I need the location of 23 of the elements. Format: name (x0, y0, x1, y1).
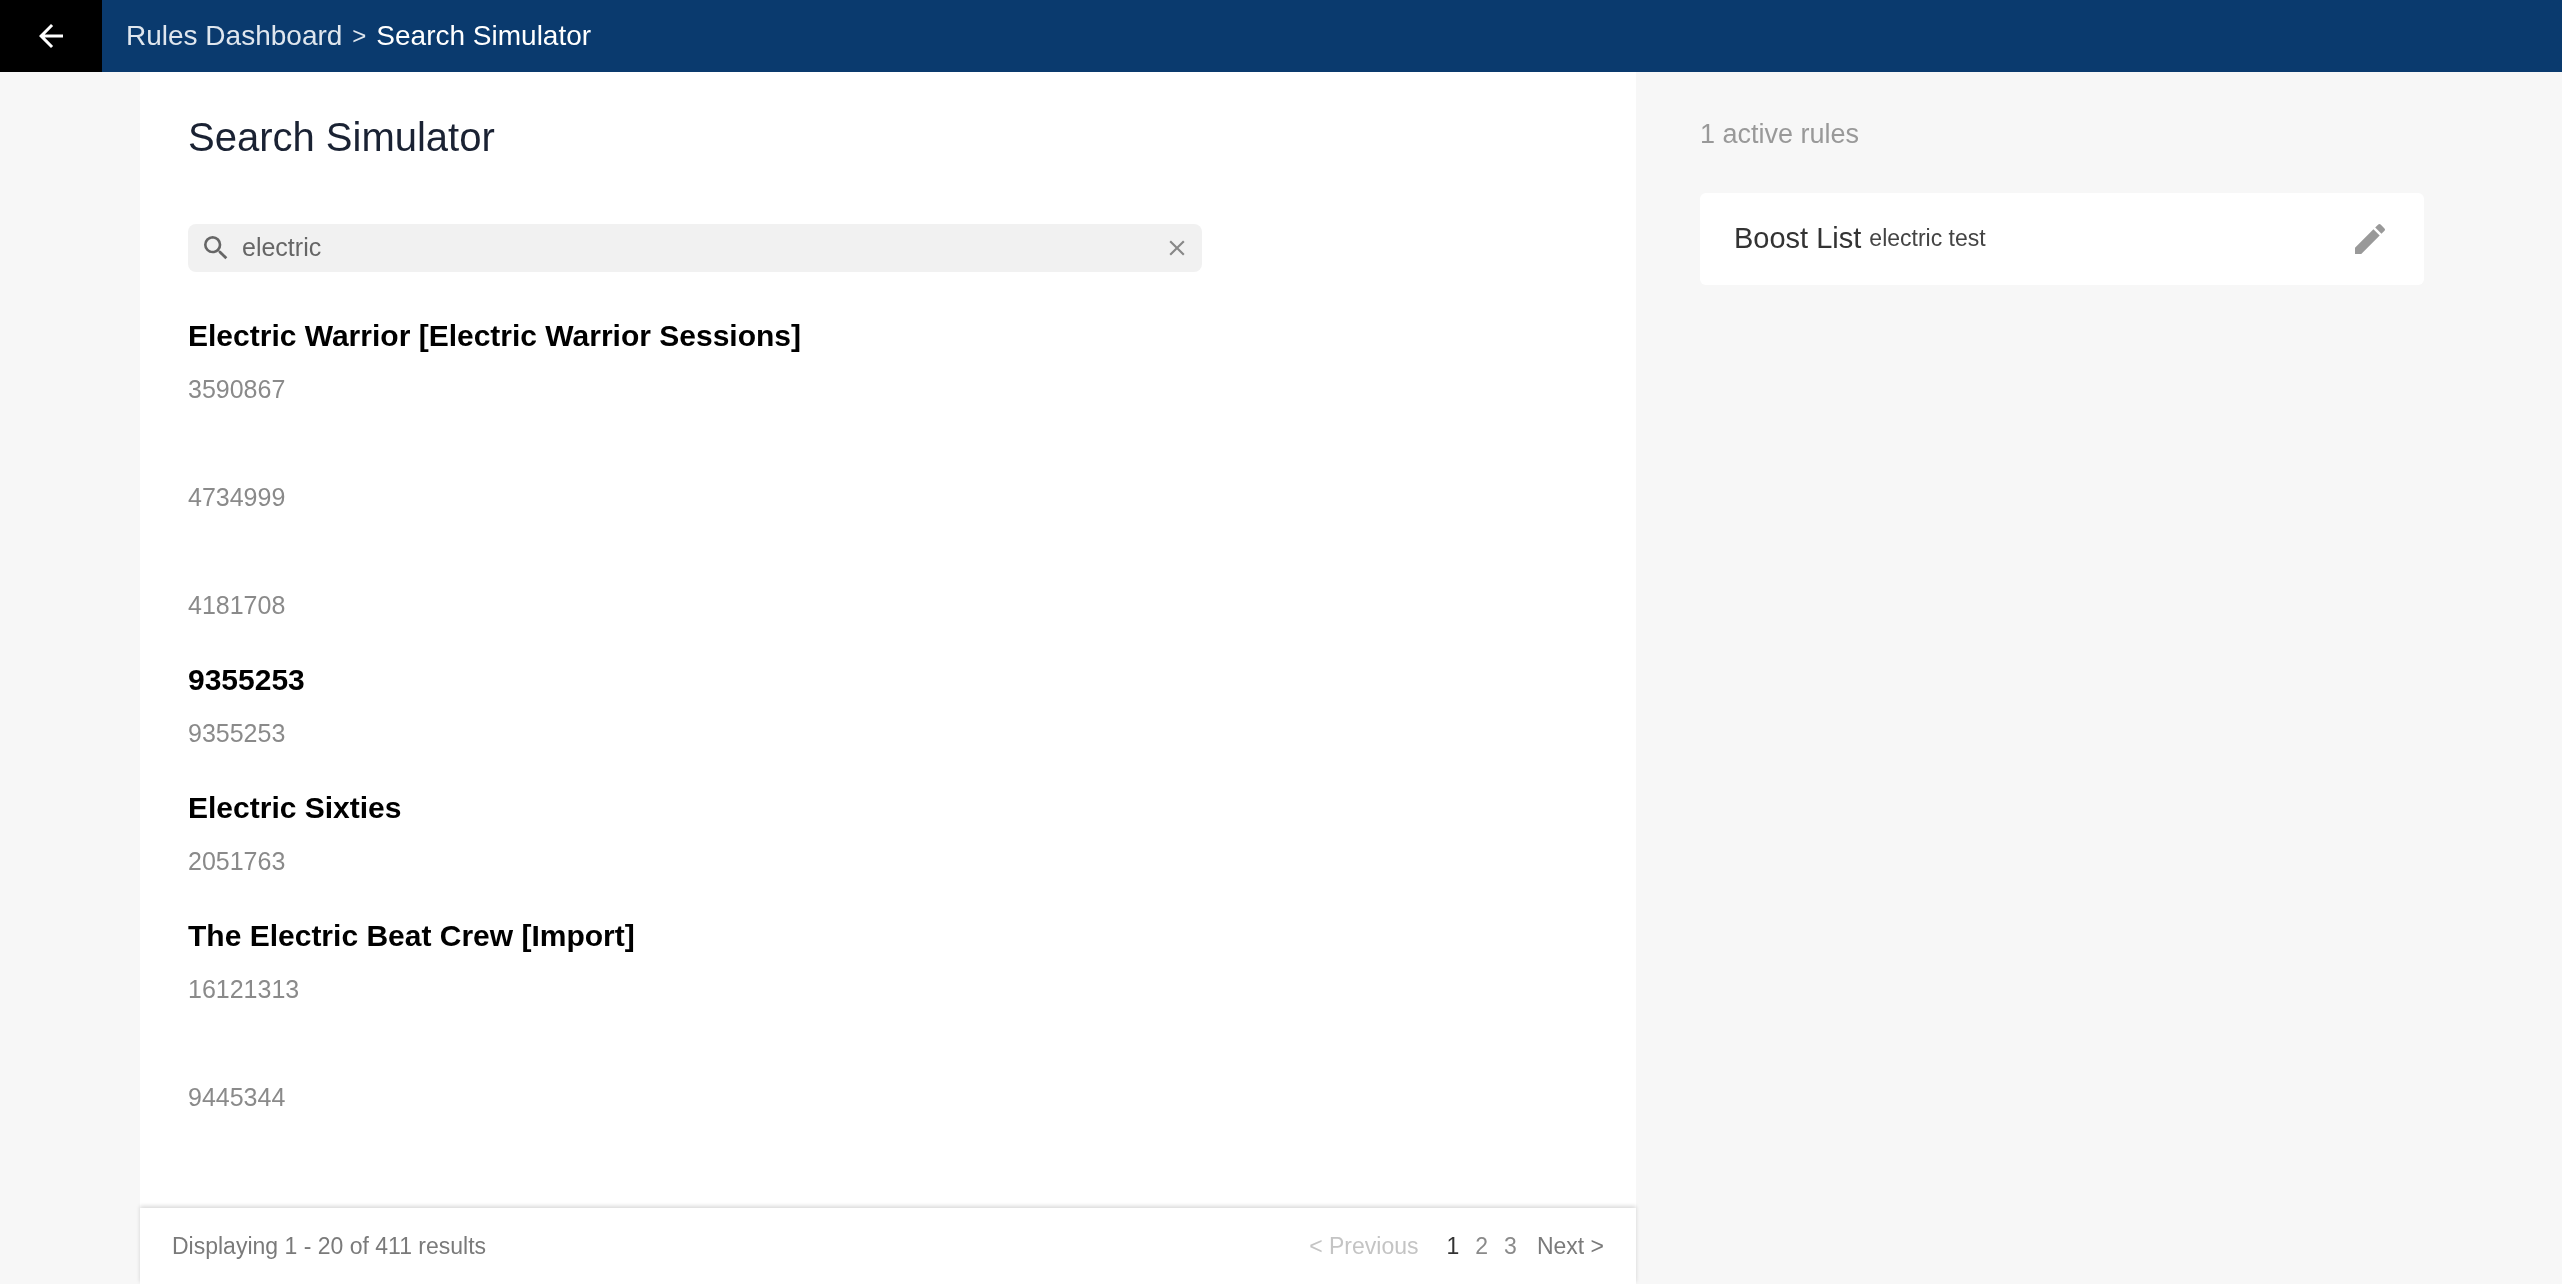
results-summary: Displaying 1 - 20 of 411 results (172, 1231, 488, 1261)
result-id: 4734999 (188, 482, 287, 512)
next-link[interactable]: Next > (1536, 1228, 1604, 1264)
result-title[interactable]: The Electric Beat Crew [Import] (188, 916, 1588, 956)
result-id: 4181708 (188, 590, 287, 620)
result-title[interactable]: Electric Sixties (188, 788, 1588, 828)
rule-name: electric test (1869, 224, 1987, 254)
result-id: 9355253 (188, 718, 287, 748)
result-id: 16121313 (188, 974, 301, 1004)
page-title: Search Simulator (188, 114, 496, 161)
result-title[interactable]: Electric Warrior [Electric Warrior Sessions] (188, 316, 1588, 356)
breadcrumb-separator: > (352, 21, 367, 51)
breadcrumb-current: Search Simulator (376, 19, 592, 53)
result-id: 9445344 (188, 1082, 287, 1112)
page-link[interactable]: 1 (1446, 1228, 1460, 1264)
result-title[interactable]: 9355253 (188, 660, 1588, 700)
back-button[interactable] (0, 0, 102, 72)
rule-type: Boost List (1734, 220, 1862, 256)
result-id: 3590867 (188, 374, 287, 404)
active-rules-count: 1 active rules (1700, 118, 1861, 151)
breadcrumb-link[interactable]: Rules Dashboard (126, 15, 343, 57)
result-id: 2051763 (188, 846, 287, 876)
search-field[interactable]: electric (188, 224, 1202, 272)
